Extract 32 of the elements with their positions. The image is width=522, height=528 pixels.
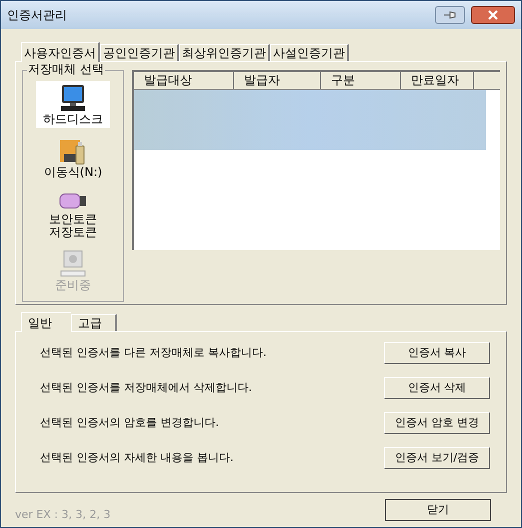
version-text: ver EX : 3, 3, 2, 3 xyxy=(15,506,110,523)
device-icon xyxy=(58,249,88,279)
media-option[interactable]: 이동식(N:) xyxy=(36,134,110,181)
media-option[interactable]: 보안토큰 저장토큰 xyxy=(36,187,110,241)
column-header[interactable]: 구분 xyxy=(321,72,401,89)
tab[interactable]: 일반 xyxy=(21,312,71,332)
action-button[interactable]: 인증서 삭제 xyxy=(384,377,490,399)
close-button[interactable]: 닫기 xyxy=(385,499,491,521)
tab[interactable]: 최상위인증기관 xyxy=(179,44,270,61)
tab[interactable]: 고급 xyxy=(71,314,117,331)
pin-icon xyxy=(443,10,457,20)
action-button[interactable]: 인증서 복사 xyxy=(384,342,490,364)
action-button[interactable]: 인증서 암호 변경 xyxy=(384,412,490,434)
window-title: 인증서관리 xyxy=(7,7,68,24)
column-header[interactable]: 발급자 xyxy=(234,72,321,89)
tab[interactable]: 사용자인증서 xyxy=(21,42,100,62)
column-header[interactable]: 발급대상 xyxy=(134,72,234,89)
pin-button[interactable] xyxy=(435,6,465,24)
action-description: 선택된 인증서를 다른 저장매체로 복사합니다. xyxy=(40,344,266,361)
action-description: 선택된 인증서를 저장매체에서 삭제합니다. xyxy=(40,380,252,396)
close-icon xyxy=(488,10,498,20)
tab[interactable]: 공인인증기관 xyxy=(100,44,179,61)
column-header-filler xyxy=(474,72,500,89)
action-button[interactable]: 인증서 보기/검증 xyxy=(384,447,490,469)
column-header[interactable]: 만료일자 xyxy=(401,72,474,89)
close-window-button[interactable] xyxy=(471,6,515,24)
group-title: 저장매체 선택 xyxy=(27,62,105,76)
computer-icon xyxy=(58,83,88,113)
action-description: 선택된 인증서의 자세한 내용을 봅니다. xyxy=(40,450,234,466)
action-description: 선택된 인증서의 암호를 변경합니다. xyxy=(40,414,219,431)
media-option[interactable]: 하드디스크 xyxy=(36,81,110,128)
tab[interactable]: 사설인증기관 xyxy=(270,44,349,61)
